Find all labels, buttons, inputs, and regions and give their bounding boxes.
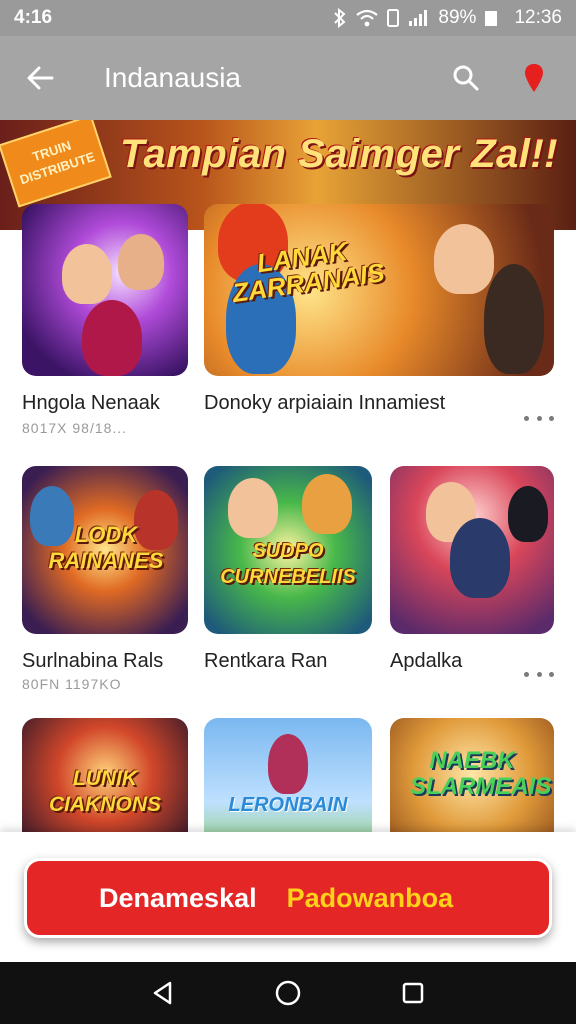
back-button[interactable] [20, 58, 60, 98]
card-subtitle: 8017X 98/18... [22, 420, 128, 436]
location-pin-icon [525, 64, 543, 92]
card-title: Donoky arpiaiain Innamiest [204, 392, 446, 414]
circle-home-icon [275, 980, 301, 1006]
game-art: LODK RAINANES [22, 466, 188, 634]
nav-recents-button[interactable] [389, 969, 437, 1017]
featured-game-art: LANAK ZARRANAIS [204, 204, 554, 376]
banner-headline: Tampian Saimger Zal!! [120, 132, 558, 176]
bluetooth-icon [334, 8, 346, 28]
search-button[interactable] [444, 56, 488, 100]
wifi-icon [356, 9, 379, 27]
game-art [22, 204, 188, 376]
app-bar: Indanausia [0, 36, 576, 120]
banner-ribbon: TRUIN DISTRIBUTE [0, 120, 112, 208]
game-tile-2[interactable]: LODK RAINANES [22, 466, 188, 634]
game-tile-1[interactable] [22, 204, 188, 376]
dot [524, 671, 529, 677]
game-art-text: LERONBAIN [228, 794, 348, 816]
nav-back-button[interactable] [139, 969, 187, 1017]
game-art-text: NAEBK SLARMEAIS [410, 747, 552, 800]
status-bar: 4:16 89% 12:36 [0, 0, 576, 36]
square-recents-icon [403, 982, 424, 1004]
card-title: Rentkara Ran [204, 650, 328, 672]
status-clock: 12:36 [514, 7, 562, 28]
cta-secondary-label: Padowanboa [286, 882, 454, 913]
more-options-button[interactable] [524, 408, 554, 428]
status-time-left: 4:16 [14, 7, 53, 28]
dot [524, 415, 529, 421]
battery-percent: 89% [438, 7, 477, 28]
game-art-text: SUDPO CURNEBELIIS [220, 540, 356, 588]
signal-icon [409, 10, 428, 26]
game-art-text: LUNIK CIAKNONS [48, 767, 161, 816]
battery-icon [485, 11, 498, 26]
triangle-back-icon [153, 981, 171, 1005]
vibrate-icon [387, 9, 400, 27]
featured-game-tile[interactable]: LANAK ZARRANAIS [204, 204, 554, 376]
game-tile-4[interactable] [390, 466, 554, 634]
search-icon [453, 65, 479, 91]
game-art-text: LODK RAINANES [48, 522, 164, 573]
arrow-left-icon [27, 66, 54, 90]
game-art [390, 466, 554, 634]
dot [536, 671, 542, 677]
card-subtitle: 80FN 1197KO [22, 676, 122, 692]
nav-home-button[interactable] [264, 969, 312, 1017]
dot [549, 415, 554, 421]
game-tile-3[interactable]: SUDPO CURNEBELIIS [204, 466, 372, 634]
cta-primary-label: Denameskal [99, 882, 257, 913]
card-title: Hngola Nenaak [22, 392, 160, 414]
system-nav-bar [0, 962, 576, 1024]
more-options-button[interactable] [524, 664, 554, 684]
dot [549, 671, 554, 677]
location-button[interactable] [512, 56, 556, 100]
card-title: Surlnabina Rals [22, 650, 164, 672]
game-art: SUDPO CURNEBELIIS [204, 466, 372, 634]
dot [536, 415, 542, 421]
status-icons: 89% 12:36 [332, 7, 562, 29]
card-title: Apdalka [390, 650, 463, 672]
primary-action-button[interactable]: Denameskal Padowanboa [24, 858, 552, 938]
page-title: Indanausia [104, 62, 242, 93]
